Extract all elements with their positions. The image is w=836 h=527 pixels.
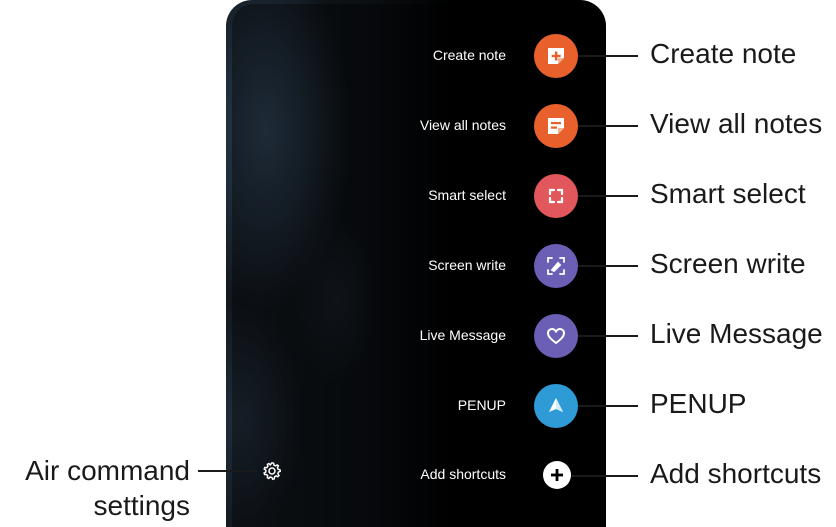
smart-select-leader	[578, 195, 638, 197]
view-all-notes-icon	[548, 118, 564, 134]
add-shortcuts-button[interactable]	[543, 461, 571, 489]
smart-select-callout: Smart select	[650, 178, 806, 209]
live-message-callout: Live Message	[650, 318, 823, 349]
smart-select-icon	[548, 188, 564, 204]
smart-select-button[interactable]	[534, 174, 578, 218]
screen-write-button[interactable]	[534, 244, 578, 288]
add-icon	[551, 469, 563, 481]
view-all-notes-button[interactable]	[534, 104, 578, 148]
view-all-notes-label: View all notes	[419, 117, 506, 133]
penup-icon	[549, 398, 563, 412]
view-all-notes-callout: View all notes	[650, 108, 823, 139]
penup-leader	[578, 405, 638, 407]
live-message-label: Live Message	[419, 327, 506, 343]
penup-label: PENUP	[457, 397, 506, 413]
create-note-button[interactable]	[534, 34, 578, 78]
create-note-callout: Create note	[650, 38, 797, 69]
add-shortcuts-leader	[571, 475, 638, 477]
add-shortcuts-callout: Add shortcuts	[650, 458, 822, 489]
penup-button[interactable]	[534, 384, 578, 428]
gear-icon[interactable]	[262, 461, 282, 481]
penup-callout: PENUP	[650, 388, 747, 419]
live-message-icon	[546, 327, 566, 345]
create-note-icon	[548, 48, 564, 64]
air-command-settings-callout-line1: Air command	[25, 455, 190, 486]
add-shortcuts-label: Add shortcuts	[420, 466, 506, 482]
create-note-leader	[578, 55, 638, 57]
live-message-button[interactable]	[534, 314, 578, 358]
air-command-settings-callout-line2: settings	[93, 490, 191, 521]
screen-write-label: Screen write	[428, 257, 506, 273]
live-message-leader	[578, 335, 638, 337]
view-all-notes-leader	[578, 125, 638, 127]
smart-select-label: Smart select	[428, 187, 506, 203]
screen-write-leader	[578, 265, 638, 267]
settings-leader	[198, 470, 258, 472]
create-note-label: Create note	[432, 47, 506, 63]
screen-write-callout: Screen write	[650, 248, 806, 279]
screen-write-icon	[547, 257, 565, 275]
